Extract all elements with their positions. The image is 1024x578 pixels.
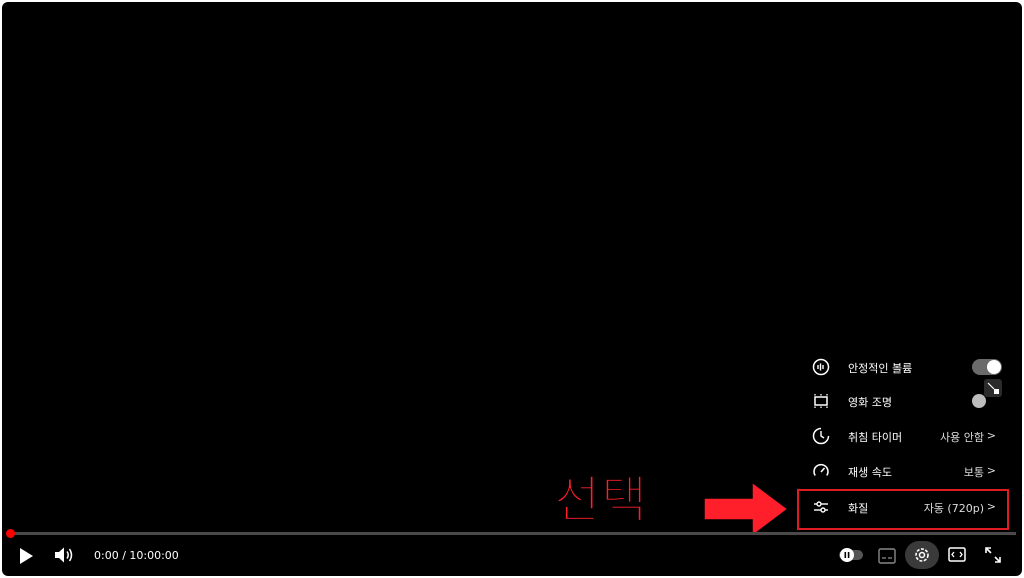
menu-item-value: 사용 안함 — [940, 431, 984, 444]
menu-item-label: 재생 속도 — [848, 466, 892, 479]
menu-item-sleep-timer[interactable]: 취침 타이머 사용 안함 > — [800, 419, 1010, 453]
fullscreen-icon[interactable] — [985, 547, 1001, 563]
menu-item-value: 보통 — [963, 466, 984, 479]
theater-mode-icon[interactable] — [948, 547, 966, 563]
menu-item-stable-volume[interactable]: 안정적인 볼륨 — [800, 350, 1010, 384]
scrubber-handle[interactable] — [6, 529, 15, 538]
playback-speed-icon — [813, 463, 829, 476]
sleep-timer-icon — [812, 427, 830, 445]
menu-item-ambient-mode[interactable]: 영화 조명 — [800, 384, 1010, 418]
miniplayer-badge-icon — [984, 379, 1002, 397]
autoplay-toggle-icon[interactable] — [838, 547, 864, 563]
subtitles-icon[interactable] — [878, 548, 896, 564]
time-display: 0:00 / 10:00:00 — [94, 549, 179, 562]
stable-volume-icon — [812, 358, 830, 376]
play-icon[interactable] — [18, 547, 34, 565]
menu-item-label: 영화 조명 — [848, 396, 892, 409]
chevron-right-icon: > — [986, 429, 996, 442]
menu-item-label: 안정적인 볼륨 — [848, 362, 913, 375]
stable-volume-toggle[interactable] — [972, 359, 1002, 375]
chevron-right-icon: > — [986, 464, 996, 477]
progress-bar[interactable] — [6, 529, 1016, 538]
annotation-label: 선택 — [554, 471, 648, 530]
quality-highlight-box — [797, 489, 1009, 530]
gear-icon[interactable] — [913, 546, 931, 564]
ambient-mode-icon — [814, 394, 828, 408]
arrow-right-icon — [703, 480, 790, 538]
menu-item-playback-speed[interactable]: 재생 속도 보통 > — [800, 454, 1010, 488]
menu-item-label: 취침 타이머 — [848, 431, 903, 444]
volume-icon[interactable] — [54, 546, 74, 564]
